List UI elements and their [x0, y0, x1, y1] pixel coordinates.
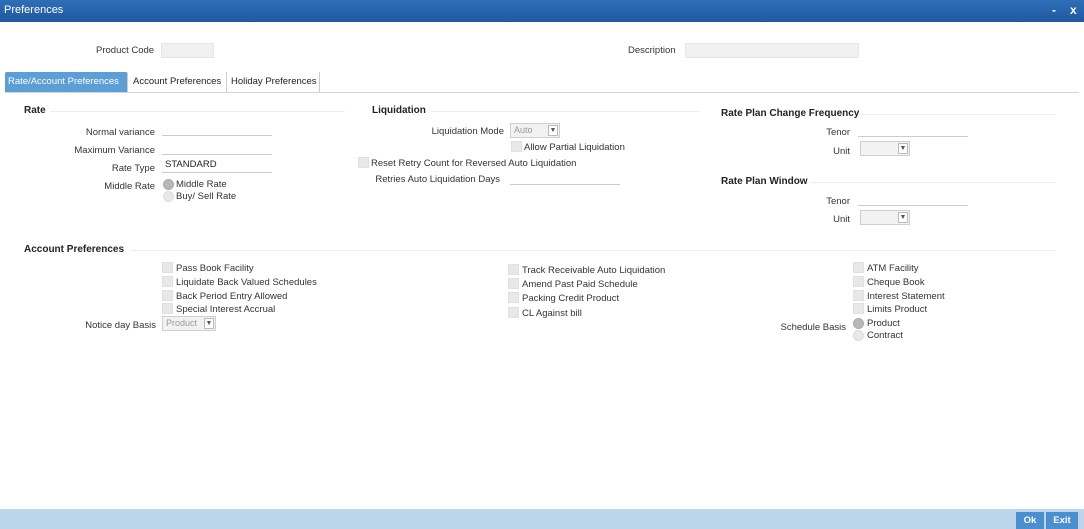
reset-retry-count-checkbox[interactable]	[358, 157, 369, 168]
schedule-basis-contract-radio[interactable]	[853, 330, 864, 341]
rpc-unit-select[interactable]: ▼	[860, 141, 910, 156]
middle-rate-label: Middle Rate	[104, 181, 155, 192]
chevron-down-icon: ▼	[548, 125, 558, 136]
interest-statement-checkbox[interactable]	[853, 290, 864, 301]
footer-bar: Ok Exit	[0, 509, 1084, 529]
rate-divider	[50, 111, 345, 112]
close-icon[interactable]: x	[1070, 3, 1077, 17]
tab-divider	[5, 92, 1079, 93]
schedule-basis-product-label: Product	[867, 318, 900, 329]
limits-product-label: Limits Product	[867, 304, 928, 315]
liquidate-back-valued-checkbox[interactable]	[162, 276, 173, 287]
middle-rate-radio[interactable]	[163, 179, 174, 190]
rpw-tenor-label: Tenor	[826, 196, 850, 207]
chevron-down-icon: ▼	[204, 318, 214, 329]
rate-heading: Rate	[24, 105, 46, 116]
rpw-tenor-input[interactable]	[858, 191, 968, 206]
window-titlebar: Preferences - x	[0, 0, 1084, 22]
buy-sell-rate-radio[interactable]	[163, 191, 174, 202]
chevron-down-icon: ▼	[898, 212, 908, 223]
retries-days-label: Retries Auto Liquidation Days	[375, 174, 500, 185]
rate-type-label: Rate Type	[111, 163, 155, 174]
rate-plan-window-divider	[810, 182, 1055, 183]
back-period-entry-checkbox[interactable]	[162, 290, 173, 301]
notice-day-basis-select[interactable]: Product ▼	[162, 316, 216, 331]
rate-plan-change-divider	[860, 114, 1055, 115]
cl-against-bill-checkbox[interactable]	[508, 307, 519, 318]
tab-holiday-preferences[interactable]: Holiday Preferences	[228, 72, 320, 92]
notice-day-basis-value: Product	[166, 318, 198, 328]
reset-retry-count-label: Reset Retry Count for Reversed Auto Liqu…	[371, 158, 577, 169]
description-label: Description	[628, 45, 676, 56]
product-code-label: Product Code	[96, 45, 155, 56]
track-receivable-checkbox[interactable]	[508, 264, 519, 275]
liquidation-divider	[430, 111, 700, 112]
rpc-unit-label: Unit	[833, 146, 850, 157]
schedule-basis-label: Schedule Basis	[780, 322, 846, 333]
notice-day-basis-label: Notice day Basis	[85, 320, 156, 331]
rpw-unit-select[interactable]: ▼	[860, 210, 910, 225]
rate-plan-change-heading: Rate Plan Change Frequency	[721, 108, 860, 119]
account-preferences-heading: Account Preferences	[24, 244, 125, 255]
atm-facility-checkbox[interactable]	[853, 262, 864, 273]
pass-book-facility-checkbox[interactable]	[162, 262, 173, 273]
limits-product-checkbox[interactable]	[853, 303, 864, 314]
maximum-variance-input[interactable]	[162, 140, 272, 155]
normal-variance-input[interactable]	[162, 121, 272, 136]
rpw-unit-label: Unit	[833, 214, 850, 225]
liquidate-back-valued-label: Liquidate Back Valued Schedules	[176, 277, 317, 288]
atm-facility-label: ATM Facility	[867, 263, 919, 274]
packing-credit-checkbox[interactable]	[508, 292, 519, 303]
liquidation-mode-label: Liquidation Mode	[431, 126, 504, 137]
interest-statement-label: Interest Statement	[867, 291, 945, 302]
amend-past-paid-label: Amend Past Paid Schedule	[522, 279, 638, 290]
cheque-book-checkbox[interactable]	[853, 276, 864, 287]
track-receivable-label: Track Receivable Auto Liquidation	[522, 265, 666, 276]
schedule-basis-contract-label: Contract	[867, 330, 903, 341]
product-code-field[interactable]	[161, 43, 214, 58]
rate-type-input[interactable]: STANDARD	[162, 158, 272, 173]
retries-days-input[interactable]	[510, 170, 620, 185]
chevron-down-icon: ▼	[898, 143, 908, 154]
cl-against-bill-label: CL Against bill	[522, 308, 582, 319]
pass-book-facility-label: Pass Book Facility	[176, 263, 254, 274]
liquidation-heading: Liquidation	[372, 105, 426, 116]
allow-partial-liquidation-label: Allow Partial Liquidation	[524, 142, 625, 153]
account-preferences-divider	[130, 250, 1055, 251]
ok-button[interactable]: Ok	[1016, 512, 1044, 529]
special-interest-accrual-checkbox[interactable]	[162, 303, 173, 314]
rate-plan-window-heading: Rate Plan Window	[721, 176, 808, 187]
cheque-book-label: Cheque Book	[867, 277, 925, 288]
rpc-tenor-input[interactable]	[858, 122, 968, 137]
tab-account-preferences[interactable]: Account Preferences	[130, 72, 227, 92]
packing-credit-label: Packing Credit Product	[522, 293, 620, 304]
allow-partial-liquidation-checkbox[interactable]	[511, 141, 522, 152]
description-field[interactable]	[685, 43, 859, 58]
exit-button[interactable]: Exit	[1046, 512, 1078, 529]
buy-sell-rate-option-label: Buy/ Sell Rate	[176, 191, 237, 202]
back-period-entry-label: Back Period Entry Allowed	[176, 291, 288, 302]
special-interest-accrual-label: Special Interest Accrual	[176, 304, 276, 315]
liquidation-mode-select[interactable]: Auto ▼	[510, 123, 560, 138]
liquidation-mode-value: Auto	[514, 125, 533, 135]
normal-variance-label: Normal variance	[85, 127, 155, 138]
minimize-icon[interactable]: -	[1052, 3, 1056, 17]
middle-rate-option-label: Middle Rate	[176, 179, 227, 190]
tab-rate-account-preferences[interactable]: Rate/Account Preferences	[5, 72, 128, 92]
amend-past-paid-checkbox[interactable]	[508, 278, 519, 289]
window-title: Preferences	[4, 4, 64, 16]
maximum-variance-label: Maximum Variance	[74, 145, 155, 156]
rpc-tenor-label: Tenor	[826, 127, 850, 138]
schedule-basis-product-radio[interactable]	[853, 318, 864, 329]
